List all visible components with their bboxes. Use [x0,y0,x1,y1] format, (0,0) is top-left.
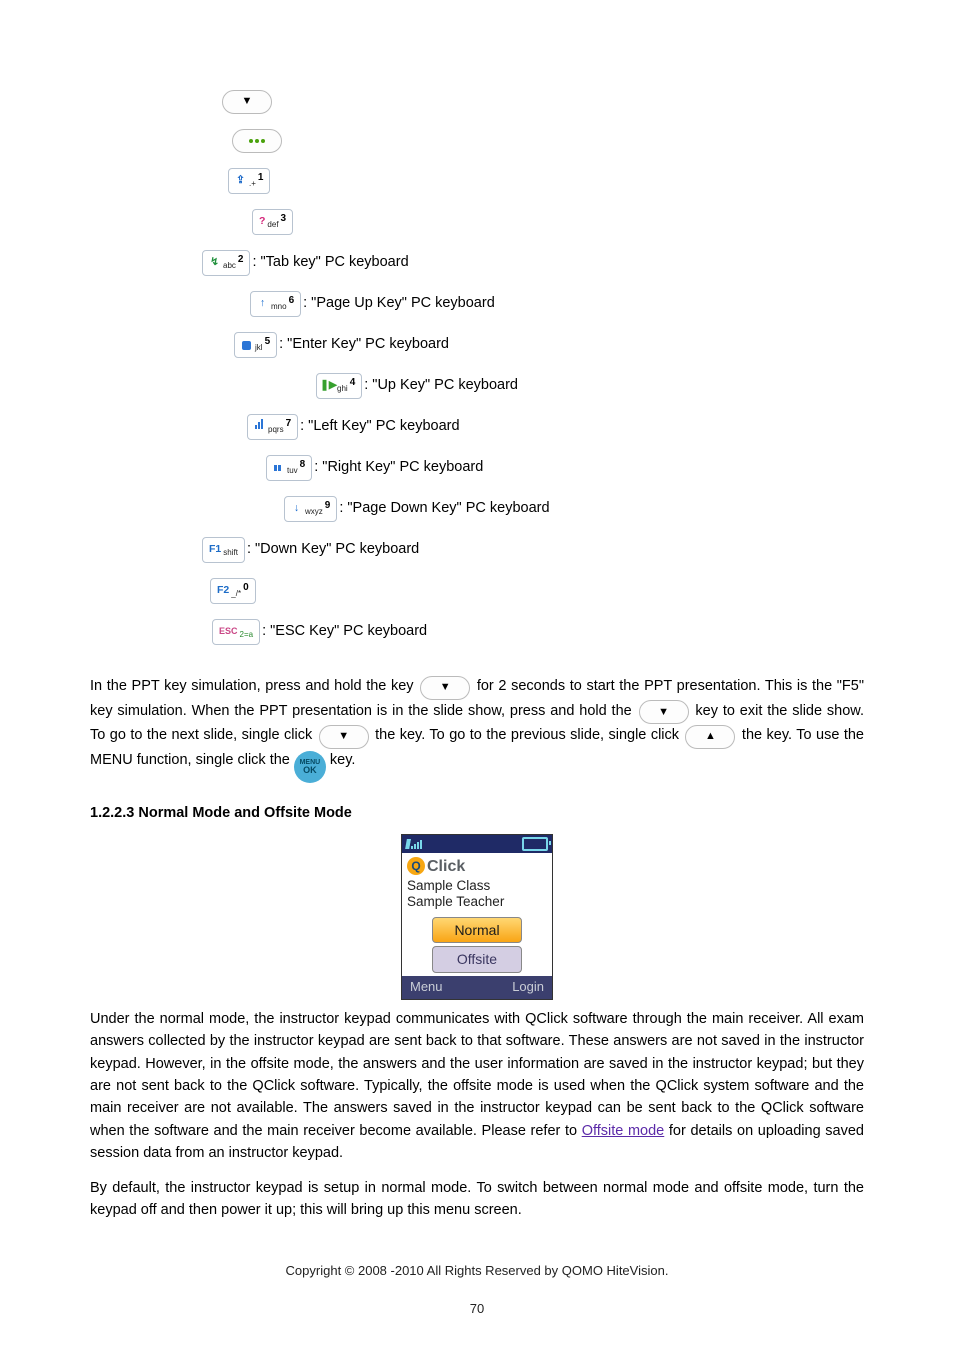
grid-icon [273,463,284,474]
qclick-logo-icon: Q [407,857,425,875]
key-4-up: ❚▶ ghi 4 [316,373,362,399]
battery-icon [522,837,548,851]
key-7-left: pqrs 7 [247,414,298,440]
key-5-enter: jkl 5 [234,332,277,358]
key-down-row: F1 shift : "Down Key" PC keyboard [200,537,864,563]
key-1: ⇪ .+ 1 [228,168,270,194]
logo-row: Q Click [402,853,552,878]
key-row: ▼ [220,90,864,114]
ppt-paragraph: In the PPT key simulation, press and hol… [90,675,864,783]
section-heading: 1.2.2.3 Normal Mode and Offsite Mode [90,803,864,824]
logo-text: Click [427,855,465,878]
normal-button[interactable]: Normal [432,917,522,943]
down-oval-icon: ▼ [222,90,272,114]
key-enter-row: jkl 5 : "Enter Key" PC keyboard [232,332,864,358]
dots-icon [232,129,282,153]
down-arrow-icon: ↓ [291,504,302,515]
class-name: Sample Class [407,878,547,894]
key-pagedown-row: ↓ wxyz 9 : "Page Down Key" PC keyboard [282,496,864,522]
softkey-menu[interactable]: Menu [410,978,443,997]
square-icon [241,340,252,351]
status-bar [402,835,552,853]
key-6-pageup: ↑ mno 6 [250,291,301,317]
desc-text: : "Up Key" PC keyboard [364,375,518,396]
down-oval-icon: ▼ [319,725,369,749]
normal-offsite-paragraph: Under the normal mode, the instructor ke… [90,1008,864,1165]
up-arrow-icon: ↑ [257,299,268,310]
desc-text: : "Tab key" PC keyboard [252,252,408,273]
key-left-row: pqrs 7 : "Left Key" PC keyboard [245,414,864,440]
softkey-login[interactable]: Login [512,978,544,997]
desc-text: : "Page Up Key" PC keyboard [303,293,495,314]
desc-text: : "ESC Key" PC keyboard [262,621,427,642]
key-up-row: ❚▶ ghi 4 : "Up Key" PC keyboard [314,373,864,399]
softkey-bar: Menu Login [402,976,552,999]
key-esc-row: ESC 2=a : "ESC Key" PC keyboard [210,619,864,645]
key-tab-row: ↯ abc 2 : "Tab key" PC keyboard [200,250,864,276]
key-row: ? def 3 [250,209,864,235]
desc-text: : "Left Key" PC keyboard [300,416,459,437]
down-oval-icon: ▼ [639,700,689,724]
device-screenshot: Q Click Sample Class Sample Teacher Norm… [401,834,553,1000]
key-8-right: tuv 8 [266,455,312,481]
offsite-mode-link[interactable]: Offsite mode [582,1123,665,1139]
key-2-tab: ↯ abc 2 [202,250,250,276]
signal-icon [406,839,422,849]
key-row: ⇪ .+ 1 [226,168,864,194]
desc-text: : "Page Down Key" PC keyboard [339,498,549,519]
down-oval-icon: ▼ [420,676,470,700]
key-f2: F2 _/* 0 [210,578,256,604]
copyright-text: Copyright © 2008 -2010 All Rights Reserv… [90,1262,864,1281]
key-f2-row: F2 _/* 0 [208,578,864,604]
bars-icon [254,422,265,433]
desc-text: : "Down Key" PC keyboard [247,539,419,560]
desc-text: : "Enter Key" PC keyboard [279,334,449,355]
key-right-row: tuv 8 : "Right Key" PC keyboard [264,455,864,481]
menu-ok-icon: MENU OK [294,751,326,783]
offsite-button[interactable]: Offsite [432,946,522,972]
class-info: Sample Class Sample Teacher [402,878,552,914]
play-icon: ❚▶ [323,381,334,392]
tab-arrow-icon: ↯ [209,258,220,269]
page-footer: Copyright © 2008 -2010 All Rights Reserv… [90,1262,864,1319]
document-page: ▼ ⇪ .+ 1 ? def 3 ↯ abc 2 : "Tab key" PC … [0,0,954,1358]
up-oval-icon: ▲ [685,725,735,749]
key-3: ? def 3 [252,209,293,235]
desc-text: : "Right Key" PC keyboard [314,457,483,478]
key-9-pagedown: ↓ wxyz 9 [284,496,337,522]
key-pageup-row: ↑ mno 6 : "Page Up Key" PC keyboard [248,291,864,317]
key-esc: ESC 2=a [212,619,260,645]
key-row [230,129,864,153]
teacher-name: Sample Teacher [407,894,547,910]
key-f1-down: F1 shift [202,537,245,563]
default-mode-paragraph: By default, the instructor keypad is set… [90,1177,864,1222]
page-number: 70 [90,1300,864,1319]
